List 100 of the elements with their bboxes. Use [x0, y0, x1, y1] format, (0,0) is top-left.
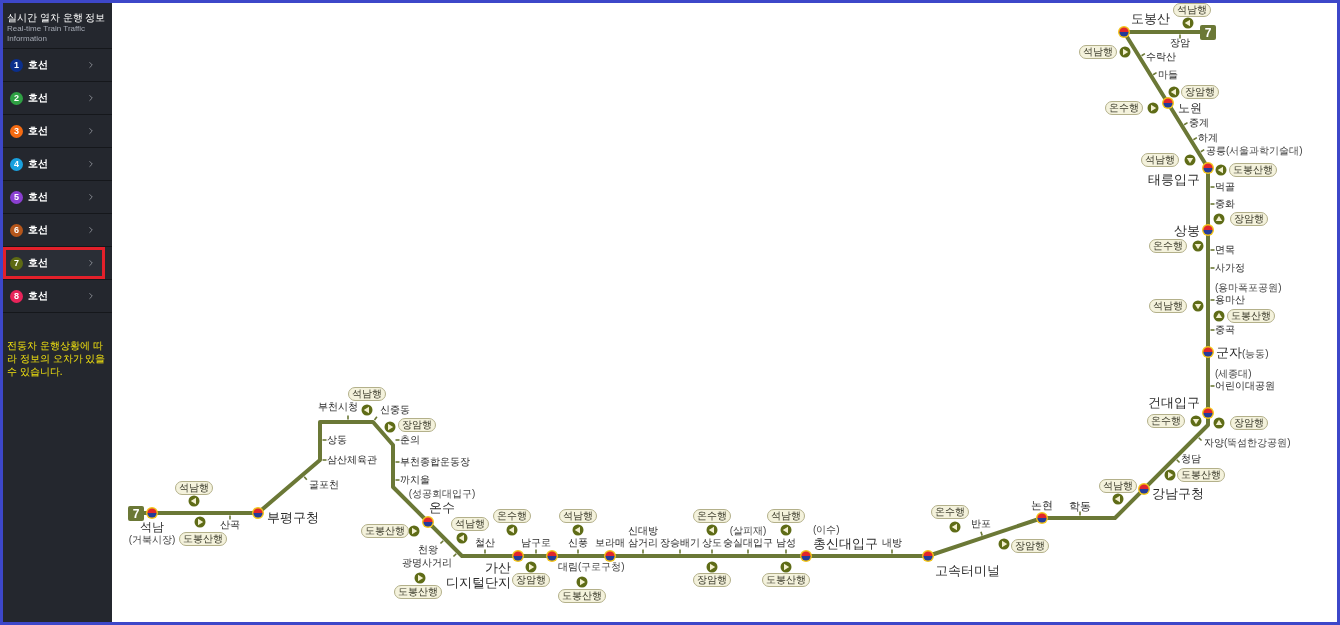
station-tick	[1209, 203, 1216, 205]
line-number-badge: 2	[10, 91, 23, 105]
destination-badge: 도봉산행	[394, 585, 442, 599]
line-menu-item[interactable]: 2 호선	[3, 82, 105, 114]
station-name: 수락산	[1146, 51, 1176, 63]
station-name: 남구로	[521, 537, 551, 549]
station-name: 중화	[1215, 198, 1235, 210]
station-tick	[484, 548, 486, 555]
transfer-station-icon	[800, 550, 812, 562]
station-name: 고속터미널	[935, 562, 1000, 578]
station-tick	[1079, 510, 1081, 517]
station-tick	[1209, 299, 1216, 301]
station-name: 논현	[1031, 498, 1053, 512]
station-name: 건대입구	[1148, 394, 1200, 410]
destination-badge: 석남행	[1141, 153, 1179, 167]
station-name: 용마산	[1215, 294, 1245, 306]
station-name: 하계	[1198, 132, 1218, 144]
station-tick	[711, 548, 713, 555]
transfer-station-icon	[1138, 483, 1150, 495]
station-name: 군자	[1216, 344, 1242, 360]
station-tick	[642, 548, 644, 555]
station-note: (성공회대입구)	[408, 487, 476, 500]
line-menu-item[interactable]: 4 호선	[3, 148, 105, 180]
transfer-station-icon	[422, 516, 434, 528]
destination-badge: 장암행	[1011, 539, 1049, 553]
station-tick	[1152, 71, 1158, 76]
line-number-badge: 7	[128, 506, 144, 521]
destination-badge: 온수행	[493, 509, 531, 523]
station-name: 강남구청	[1152, 485, 1204, 501]
station-note: (용마폭포공원)	[1215, 282, 1282, 294]
station-name: 철산	[475, 537, 495, 549]
chevron-right-icon	[86, 191, 96, 203]
transfer-station-icon	[1162, 97, 1174, 109]
line-number-badge: 7	[1200, 25, 1216, 40]
station-name: 대림	[558, 561, 578, 573]
station-tick	[1197, 436, 1203, 442]
line-number-badge: 7	[10, 256, 23, 270]
station-name: 태릉입구	[1148, 171, 1200, 187]
chevron-right-icon	[86, 92, 96, 104]
station-name: 신중동	[380, 404, 410, 416]
sidebar-title: 실시간 열차 운행 정보	[7, 11, 107, 24]
line-menu-item[interactable]: 1 호선	[3, 49, 105, 81]
destination-badge: 장암행	[1230, 212, 1268, 226]
station-tick	[1192, 136, 1198, 141]
destination-badge: 석남행	[1173, 3, 1211, 17]
station-name: 온수	[429, 499, 455, 515]
line-menu-item[interactable]: 8 호선	[3, 280, 105, 312]
station-tick	[577, 548, 579, 555]
station-tick	[1140, 52, 1146, 57]
transfer-station-icon	[512, 550, 524, 562]
station-note: (세종대)	[1215, 368, 1252, 380]
transfer-station-icon	[604, 550, 616, 562]
station-name: 면목	[1215, 244, 1235, 256]
station-tick	[785, 548, 787, 555]
station-name: 공릉	[1206, 145, 1226, 157]
station-name: 상도	[702, 537, 722, 549]
destination-badge: 온수행	[1147, 414, 1185, 428]
destination-badge: 도봉산행	[1229, 163, 1277, 177]
station-name: 까치울	[400, 474, 430, 486]
transfer-station-icon	[1202, 346, 1214, 358]
chevron-right-icon	[86, 125, 96, 137]
line-menu-item[interactable]: 7 호선	[3, 247, 105, 279]
transfer-station-icon	[252, 507, 264, 519]
station-name: 상봉	[1174, 222, 1200, 238]
station-name: 춘의	[400, 434, 420, 446]
station-name: 산곡	[220, 519, 240, 531]
station-tick	[347, 414, 349, 421]
station-name: 삼거리	[628, 537, 658, 549]
line-menu-item[interactable]: 3 호선	[3, 115, 105, 147]
station-name: 부평구청	[267, 509, 319, 525]
destination-badge: 온수행	[1149, 239, 1187, 253]
station-note: (뚝섬한강공원)	[1224, 437, 1291, 449]
line-number-badge: 4	[10, 157, 23, 171]
station-tick	[535, 548, 537, 555]
line-menu-item[interactable]: 5 호선	[3, 181, 105, 213]
destination-badge: 장암행	[693, 573, 731, 587]
station-name: 학동	[1069, 499, 1091, 513]
station-note: (살피재)	[729, 525, 767, 537]
destination-badge: 장암행	[398, 418, 436, 432]
station-tick	[980, 531, 983, 537]
station-name: 총신대입구	[813, 535, 878, 551]
line-number-badge: 6	[10, 223, 23, 237]
station-name: 천왕	[418, 544, 438, 556]
line-number-badge: 5	[10, 190, 23, 204]
station-name: 상동	[327, 434, 347, 446]
destination-badge: 석남행	[1149, 299, 1187, 313]
transfer-station-icon	[546, 550, 558, 562]
line-menu-item[interactable]: 6 호선	[3, 214, 105, 246]
destination-badge: 도봉산행	[1227, 309, 1275, 323]
station-name: 중곡	[1215, 324, 1235, 336]
station-tick	[303, 475, 308, 481]
station-name: 신대방	[628, 525, 658, 537]
transfer-station-icon	[1036, 512, 1048, 524]
chevron-right-icon	[86, 158, 96, 170]
station-tick	[1175, 458, 1181, 464]
destination-badge: 도봉산행	[1177, 468, 1225, 482]
station-name: 디지털단지	[446, 575, 511, 590]
transfer-station-icon	[1118, 26, 1130, 38]
destination-badge: 석남행	[348, 387, 386, 401]
line-number-badge: 8	[10, 289, 23, 303]
